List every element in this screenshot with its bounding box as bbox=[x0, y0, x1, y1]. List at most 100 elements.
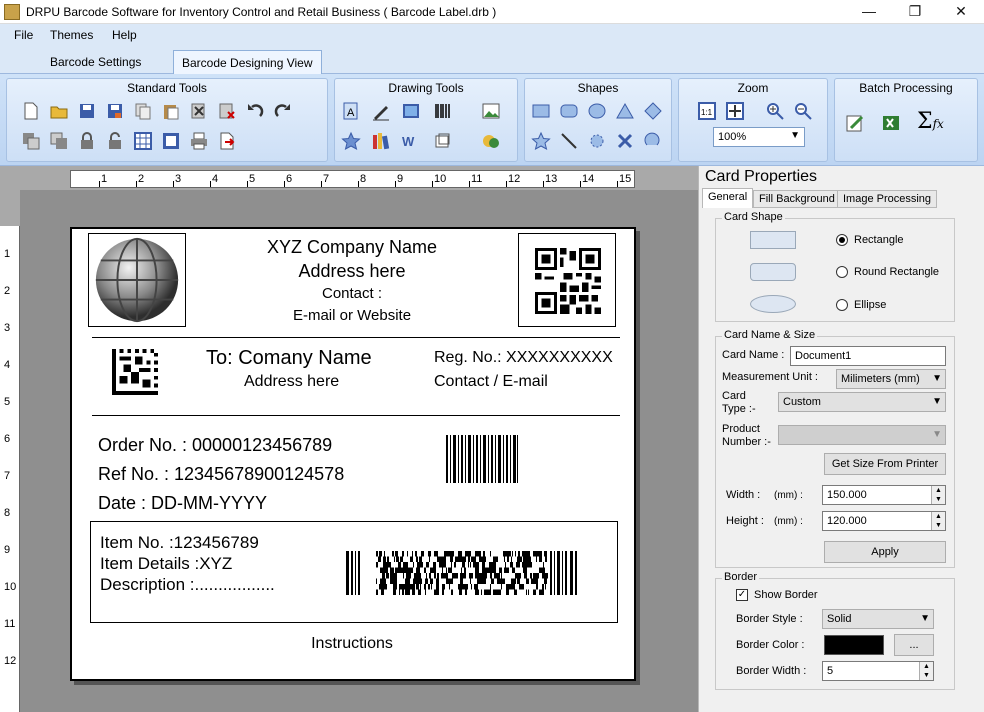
qr-code-box[interactable] bbox=[518, 233, 616, 327]
reg-number[interactable]: Reg. No.: XXXXXXXXXX bbox=[434, 349, 613, 367]
signature-icon[interactable] bbox=[481, 131, 501, 151]
contact-email[interactable]: Contact / E-mail bbox=[434, 373, 548, 391]
card-name-input[interactable]: Document1 bbox=[790, 346, 946, 366]
close-button[interactable]: ✕ bbox=[938, 0, 984, 24]
company-contact[interactable]: Contact : bbox=[212, 285, 492, 302]
star-icon[interactable] bbox=[531, 131, 551, 151]
company-address[interactable]: Address here bbox=[212, 261, 492, 282]
cross-shape-icon[interactable] bbox=[615, 131, 635, 151]
line-icon[interactable] bbox=[559, 131, 579, 151]
apply-button[interactable]: Apply bbox=[824, 541, 946, 563]
width-input[interactable]: 150.000 ▲ ▼ bbox=[822, 485, 946, 505]
minimize-button[interactable]: — bbox=[846, 0, 892, 24]
save-icon[interactable] bbox=[77, 101, 97, 121]
get-size-from-printer-button[interactable]: Get Size From Printer bbox=[824, 453, 946, 475]
library-icon[interactable] bbox=[371, 131, 391, 151]
logo-image[interactable] bbox=[88, 233, 186, 327]
barcode-cell bbox=[384, 551, 385, 557]
zoom-out-icon[interactable] bbox=[793, 101, 813, 121]
zoom-select[interactable]: 100% ▼ bbox=[713, 127, 805, 147]
item-description[interactable]: Description :................. bbox=[100, 575, 275, 595]
unlock-icon[interactable] bbox=[105, 131, 125, 151]
image-icon[interactable] bbox=[481, 101, 501, 121]
send-back-icon[interactable] bbox=[21, 131, 41, 151]
pen-icon[interactable] bbox=[371, 101, 391, 121]
instructions-text[interactable]: Instructions bbox=[252, 635, 452, 653]
picture-icon[interactable] bbox=[401, 101, 421, 121]
new-icon[interactable] bbox=[21, 101, 41, 121]
grid-icon[interactable] bbox=[133, 131, 153, 151]
barcode-cell bbox=[436, 551, 438, 557]
bring-front-icon[interactable] bbox=[49, 131, 69, 151]
linear-barcode-small[interactable] bbox=[444, 435, 520, 483]
tab-barcode-designing-view[interactable]: Barcode Designing View bbox=[173, 50, 322, 75]
radio-rectangle[interactable] bbox=[836, 234, 848, 246]
watermark-icon[interactable]: W bbox=[401, 131, 421, 151]
tab-fill-background[interactable]: Fill Background bbox=[753, 190, 841, 208]
copy-icon[interactable] bbox=[133, 101, 153, 121]
item-number[interactable]: Item No. :123456789 bbox=[100, 533, 259, 553]
card-type-select[interactable]: Custom ▼ bbox=[778, 392, 946, 412]
delete-icon[interactable] bbox=[217, 101, 237, 121]
width-spinner[interactable]: ▲ ▼ bbox=[931, 486, 945, 504]
object-icon[interactable] bbox=[433, 131, 453, 151]
globe-icon bbox=[95, 237, 179, 323]
measurement-unit-select[interactable]: Milimeters (mm) ▼ bbox=[836, 369, 946, 389]
triangle-icon[interactable] bbox=[615, 101, 635, 121]
barcode-label-card[interactable]: XYZ Company Name Address here Contact : … bbox=[70, 227, 636, 681]
company-email[interactable]: E-mail or Website bbox=[212, 307, 492, 324]
diamond-icon[interactable] bbox=[643, 101, 663, 121]
item-details[interactable]: Item Details :XYZ bbox=[100, 554, 232, 574]
to-company-name[interactable]: To: Comany Name bbox=[206, 347, 372, 370]
open-icon[interactable] bbox=[49, 101, 69, 121]
barcode-icon[interactable] bbox=[433, 101, 453, 121]
tab-image-processing[interactable]: Image Processing bbox=[837, 190, 938, 208]
ref-number[interactable]: Ref No. : 12345678900124578 bbox=[98, 464, 344, 485]
date-field[interactable]: Date : DD-MM-YYYY bbox=[98, 493, 267, 514]
print-icon[interactable] bbox=[189, 131, 209, 151]
export-icon[interactable] bbox=[217, 131, 237, 151]
cut-icon[interactable] bbox=[189, 101, 209, 121]
height-input[interactable]: 120.000 ▲ ▼ bbox=[822, 511, 946, 531]
maximize-button[interactable]: ❐ bbox=[892, 0, 938, 24]
rectangle-icon[interactable] bbox=[531, 101, 551, 121]
product-number-select[interactable]: ▼ bbox=[778, 425, 946, 445]
save-as-icon[interactable] bbox=[105, 101, 125, 121]
lock-icon[interactable] bbox=[77, 131, 97, 151]
border-width-input[interactable]: 5 ▲ ▼ bbox=[822, 661, 934, 681]
properties-icon[interactable] bbox=[161, 131, 181, 151]
fit-to-window-icon[interactable] bbox=[725, 101, 745, 121]
to-address[interactable]: Address here bbox=[244, 373, 339, 391]
undo-icon[interactable] bbox=[245, 101, 265, 121]
tab-general[interactable]: General bbox=[702, 188, 754, 208]
pdf417-barcode[interactable] bbox=[346, 551, 578, 595]
arc-icon[interactable] bbox=[643, 131, 663, 151]
menu-themes[interactable]: Themes bbox=[50, 28, 93, 42]
formula-icon[interactable]: Σfx bbox=[917, 109, 947, 135]
height-spinner[interactable]: ▲ ▼ bbox=[931, 512, 945, 530]
order-number[interactable]: Order No. : 00000123456789 bbox=[98, 435, 332, 456]
burst-icon[interactable] bbox=[587, 131, 607, 151]
redo-icon[interactable] bbox=[273, 101, 293, 121]
shapes-star-icon[interactable] bbox=[341, 131, 361, 151]
border-color-swatch[interactable] bbox=[824, 635, 884, 655]
radio-round-rectangle[interactable] bbox=[836, 266, 848, 278]
data-matrix-code[interactable] bbox=[112, 349, 160, 397]
border-width-spinner[interactable]: ▲ ▼ bbox=[919, 662, 933, 680]
paste-icon[interactable] bbox=[161, 101, 181, 121]
batch-edit-icon[interactable] bbox=[845, 113, 865, 133]
border-style-select[interactable]: Solid ▼ bbox=[822, 609, 934, 629]
border-color-button[interactable]: ... bbox=[894, 634, 934, 656]
menu-help[interactable]: Help bbox=[112, 28, 137, 42]
tab-barcode-settings[interactable]: Barcode Settings bbox=[42, 50, 149, 75]
actual-size-icon[interactable]: 1:1 bbox=[697, 101, 717, 121]
menu-file[interactable]: File bbox=[14, 28, 33, 42]
rounded-rectangle-icon[interactable] bbox=[559, 101, 579, 121]
excel-import-icon[interactable] bbox=[881, 113, 901, 133]
zoom-in-icon[interactable] bbox=[765, 101, 785, 121]
show-border-checkbox[interactable]: ✓ bbox=[736, 589, 748, 601]
company-name[interactable]: XYZ Company Name bbox=[212, 237, 492, 258]
text-icon[interactable]: A bbox=[341, 101, 361, 121]
radio-ellipse[interactable] bbox=[836, 299, 848, 311]
ellipse-icon[interactable] bbox=[587, 101, 607, 121]
